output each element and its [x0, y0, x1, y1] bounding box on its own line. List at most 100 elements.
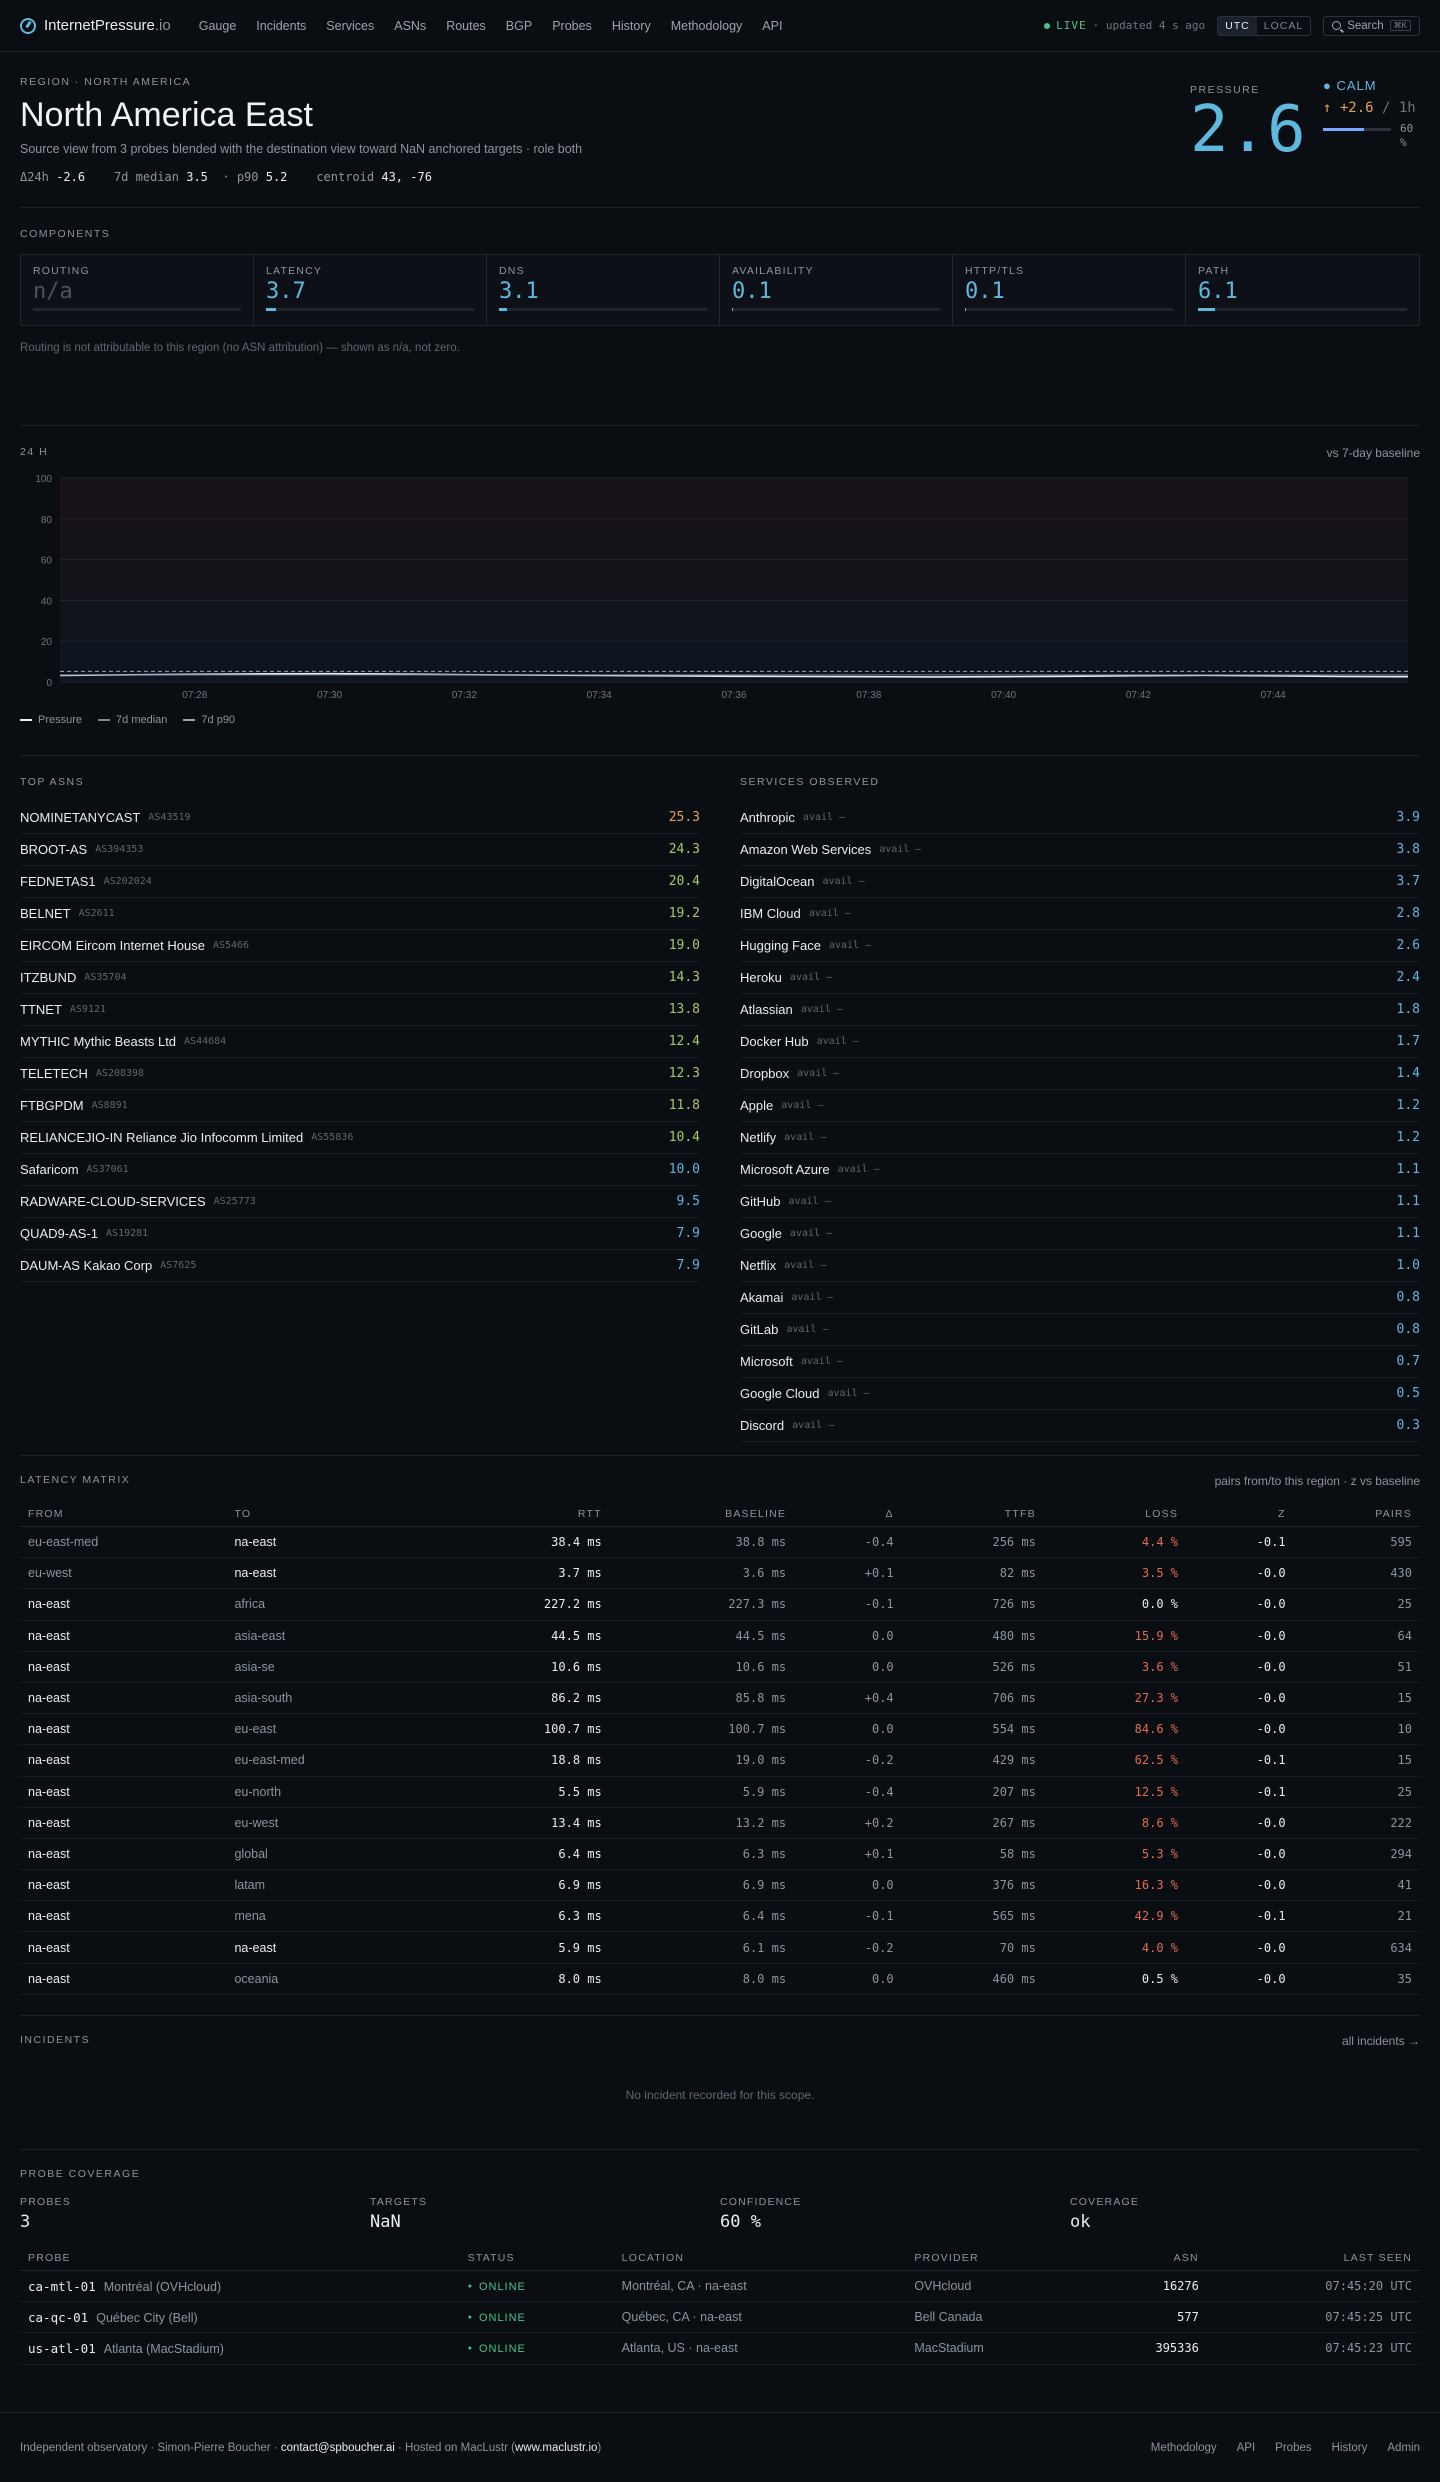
all-incidents-link[interactable]: all incidents → — [1342, 2034, 1420, 2048]
matrix-row[interactable]: na-east asia-east 44.5 ms 44.5 ms 0.0 480 ms 1… — [20, 1620, 1420, 1652]
asn-name: BROOT-AS — [20, 842, 88, 857]
asn-row[interactable]: RELIANCEJIO-IN Reliance Jio Infocomm Lim… — [20, 1122, 700, 1154]
component-http-tls[interactable]: HTTP/TLS 0.1 — [953, 255, 1186, 325]
probe-last-seen-tz: UTC — [1390, 2279, 1412, 2294]
matrix-row[interactable]: na-east mena 6.3 ms 6.4 ms -0.1 565 ms 42.9 % -… — [20, 1900, 1420, 1933]
service-row[interactable]: GitHub avail – 1.1 — [740, 1186, 1420, 1218]
service-row[interactable]: Netflix avail – 1.0 — [740, 1250, 1420, 1282]
matrix-baseline: 38.8 ms — [609, 1526, 795, 1559]
top-bar: InternetPressure.io Gauge Incidents Servic… — [0, 0, 1440, 52]
nav-probes[interactable]: Probes — [542, 19, 602, 33]
service-row[interactable]: Netlify avail – 1.2 — [740, 1122, 1420, 1154]
matrix-row[interactable]: eu-east-med na-east 38.4 ms 38.8 ms -0.4 256 … — [20, 1526, 1420, 1559]
matrix-row[interactable]: na-east oceania 8.0 ms 8.0 ms 0.0 460 ms 0.5 %… — [20, 1963, 1420, 1995]
matrix-row[interactable]: na-east africa 227.2 ms 227.3 ms -0.1 726 ms 0… — [20, 1588, 1420, 1621]
tz-utc-button[interactable]: UTC — [1218, 16, 1257, 35]
matrix-row[interactable]: na-east asia-south 86.2 ms 85.8 ms +0.4 706 m… — [20, 1682, 1420, 1715]
component-path[interactable]: PATH 6.1 — [1186, 255, 1419, 325]
footer-link-probes[interactable]: Probes — [1275, 2442, 1311, 2454]
probe-row[interactable]: ca-mtl-01 Montréal (OVHcloud) ONLINE Montré… — [20, 2270, 1420, 2303]
service-row[interactable]: Microsoft Azure avail – 1.1 — [740, 1154, 1420, 1186]
asn-row[interactable]: ITZBUND AS35704 14.3 — [20, 962, 700, 994]
search-button[interactable]: Search ⌘K — [1323, 15, 1420, 36]
nav-gauge[interactable]: Gauge — [189, 19, 247, 33]
asn-row[interactable]: RADWARE-CLOUD-SERVICES AS25773 9.5 — [20, 1186, 700, 1218]
nav-history[interactable]: History — [602, 19, 661, 33]
service-row[interactable]: GitLab avail – 0.8 — [740, 1314, 1420, 1346]
asn-number: AS2611 — [78, 908, 115, 919]
service-row[interactable]: Akamai avail – 0.8 — [740, 1282, 1420, 1314]
asn-row[interactable]: BROOT-AS AS394353 24.3 — [20, 834, 700, 866]
matrix-from: na-east — [20, 1838, 227, 1871]
service-row[interactable]: Dropbox avail – 1.4 — [740, 1058, 1420, 1090]
service-row[interactable]: Docker Hub avail – 1.7 — [740, 1026, 1420, 1058]
asn-row[interactable]: BELNET AS2611 19.2 — [20, 898, 700, 930]
nav-asns[interactable]: ASNs — [384, 19, 436, 33]
asn-pressure: 10.0 — [668, 1162, 700, 1177]
service-row[interactable]: DigitalOcean avail – 3.7 — [740, 866, 1420, 898]
nav-incidents[interactable]: Incidents — [246, 19, 316, 33]
asn-row[interactable]: Safaricom AS37061 10.0 — [20, 1154, 700, 1186]
matrix-row[interactable]: na-east latam 6.9 ms 6.9 ms 0.0 376 ms 16.3 % -… — [20, 1869, 1420, 1902]
probe-cell: ca-mtl-01 Montréal (OVHcloud) — [20, 2270, 460, 2303]
asn-row[interactable]: EIRCOM Eircom Internet House AS5466 19.0 — [20, 930, 700, 962]
matrix-row[interactable]: na-east eu-west 13.4 ms 13.2 ms +0.2 267 ms 8.… — [20, 1807, 1420, 1839]
service-row[interactable]: Microsoft avail – 0.7 — [740, 1346, 1420, 1378]
asn-row[interactable]: TTNET AS9121 13.8 — [20, 994, 700, 1026]
matrix-row[interactable]: na-east na-east 5.9 ms 6.1 ms -0.2 70 ms 4.0 %… — [20, 1931, 1420, 1964]
footer-email-link[interactable]: contact@spboucher.ai — [281, 2442, 395, 2454]
matrix-row[interactable]: na-east global 6.4 ms 6.3 ms +0.1 58 ms 5.3 % -… — [20, 1838, 1420, 1871]
service-avail: avail – — [784, 1260, 827, 1271]
footer-host-close: ) — [597, 2441, 602, 2454]
footer-link-history[interactable]: History — [1332, 2442, 1368, 2454]
component-latency[interactable]: LATENCY 3.7 — [254, 255, 487, 325]
service-row[interactable]: IBM Cloud avail – 2.8 — [740, 898, 1420, 930]
components-grid: ROUTING n/a LATENCY 3.7 DNS 3.1 AVAILABILITY 0.… — [20, 254, 1420, 326]
service-row[interactable]: Apple avail – 1.2 — [740, 1090, 1420, 1122]
matrix-row[interactable]: na-east eu-east-med 18.8 ms 19.0 ms -0.2 429 … — [20, 1744, 1420, 1777]
service-pressure: 0.7 — [1396, 1354, 1420, 1369]
asn-row[interactable]: MYTHIC Mythic Beasts Ltd AS44684 12.4 — [20, 1026, 700, 1058]
probe-row[interactable]: us-atl-01 Atlanta (MacStadium) ONLINE Atlan… — [20, 2332, 1420, 2365]
matrix-row[interactable]: na-east asia-se 10.6 ms 10.6 ms 0.0 526 ms 3.6… — [20, 1651, 1420, 1683]
asn-row[interactable]: NOMINETANYCAST AS43519 25.3 — [20, 802, 700, 834]
service-row[interactable]: Discord avail – 0.3 — [740, 1410, 1420, 1442]
matrix-row[interactable]: na-east eu-east 100.7 ms 100.7 ms 0.0 554 ms 8… — [20, 1713, 1420, 1746]
matrix-pairs: 15 — [1293, 1682, 1420, 1715]
matrix-row[interactable]: eu-west na-east 3.7 ms 3.6 ms +0.1 82 ms 3.5 %… — [20, 1557, 1420, 1590]
nav-api[interactable]: API — [752, 19, 792, 33]
service-row[interactable]: Amazon Web Services avail – 3.8 — [740, 834, 1420, 866]
nav-services[interactable]: Services — [316, 19, 384, 33]
asn-row[interactable]: TELETECH AS208398 12.3 — [20, 1058, 700, 1090]
matrix-from: na-east — [20, 1931, 227, 1964]
nav-methodology[interactable]: Methodology — [661, 19, 753, 33]
service-row[interactable]: Anthropic avail – 3.9 — [740, 802, 1420, 834]
service-row[interactable]: Hugging Face avail – 2.6 — [740, 930, 1420, 962]
component-dns[interactable]: DNS 3.1 — [487, 255, 720, 325]
footer-link-methodology[interactable]: Methodology — [1151, 2442, 1217, 2454]
nav-routes[interactable]: Routes — [436, 19, 496, 33]
brand-logo-link[interactable]: InternetPressure.io — [20, 17, 171, 34]
median-label: 7d median — [113, 170, 179, 184]
service-name: Atlassian — [740, 1002, 793, 1017]
service-row[interactable]: Google avail – 1.1 — [740, 1218, 1420, 1250]
component-routing[interactable]: ROUTING n/a — [21, 255, 254, 325]
footer-link-admin[interactable]: Admin — [1387, 2442, 1420, 2454]
service-row[interactable]: Atlassian avail – 1.8 — [740, 994, 1420, 1026]
tz-local-button[interactable]: LOCAL — [1257, 17, 1310, 35]
probe-row[interactable]: ca-qc-01 Québec City (Bell) ONLINE Québec, … — [20, 2301, 1420, 2334]
asn-row[interactable]: DAUM-AS Kakao Corp AS7625 7.9 — [20, 1250, 700, 1282]
component-availability[interactable]: AVAILABILITY 0.1 — [720, 255, 953, 325]
matrix-row[interactable]: na-east eu-north 5.5 ms 5.9 ms -0.4 207 ms 12.… — [20, 1776, 1420, 1808]
nav-bgp[interactable]: BGP — [496, 19, 542, 33]
footer-link-api[interactable]: API — [1237, 2442, 1256, 2454]
service-row[interactable]: Heroku avail – 2.4 — [740, 962, 1420, 994]
service-pressure: 1.0 — [1396, 1258, 1420, 1273]
asn-row[interactable]: QUAD9-AS-1 AS19281 7.9 — [20, 1218, 700, 1250]
matrix-rtt: 18.8 ms — [432, 1744, 610, 1777]
asn-row[interactable]: FEDNETAS1 AS202024 20.4 — [20, 866, 700, 898]
legend-item: Pressure — [20, 714, 82, 726]
footer-host-link[interactable]: www.maclustr.io — [515, 2442, 597, 2454]
service-row[interactable]: Google Cloud avail – 0.5 — [740, 1378, 1420, 1410]
asn-row[interactable]: FTBGPDM AS8891 11.8 — [20, 1090, 700, 1122]
